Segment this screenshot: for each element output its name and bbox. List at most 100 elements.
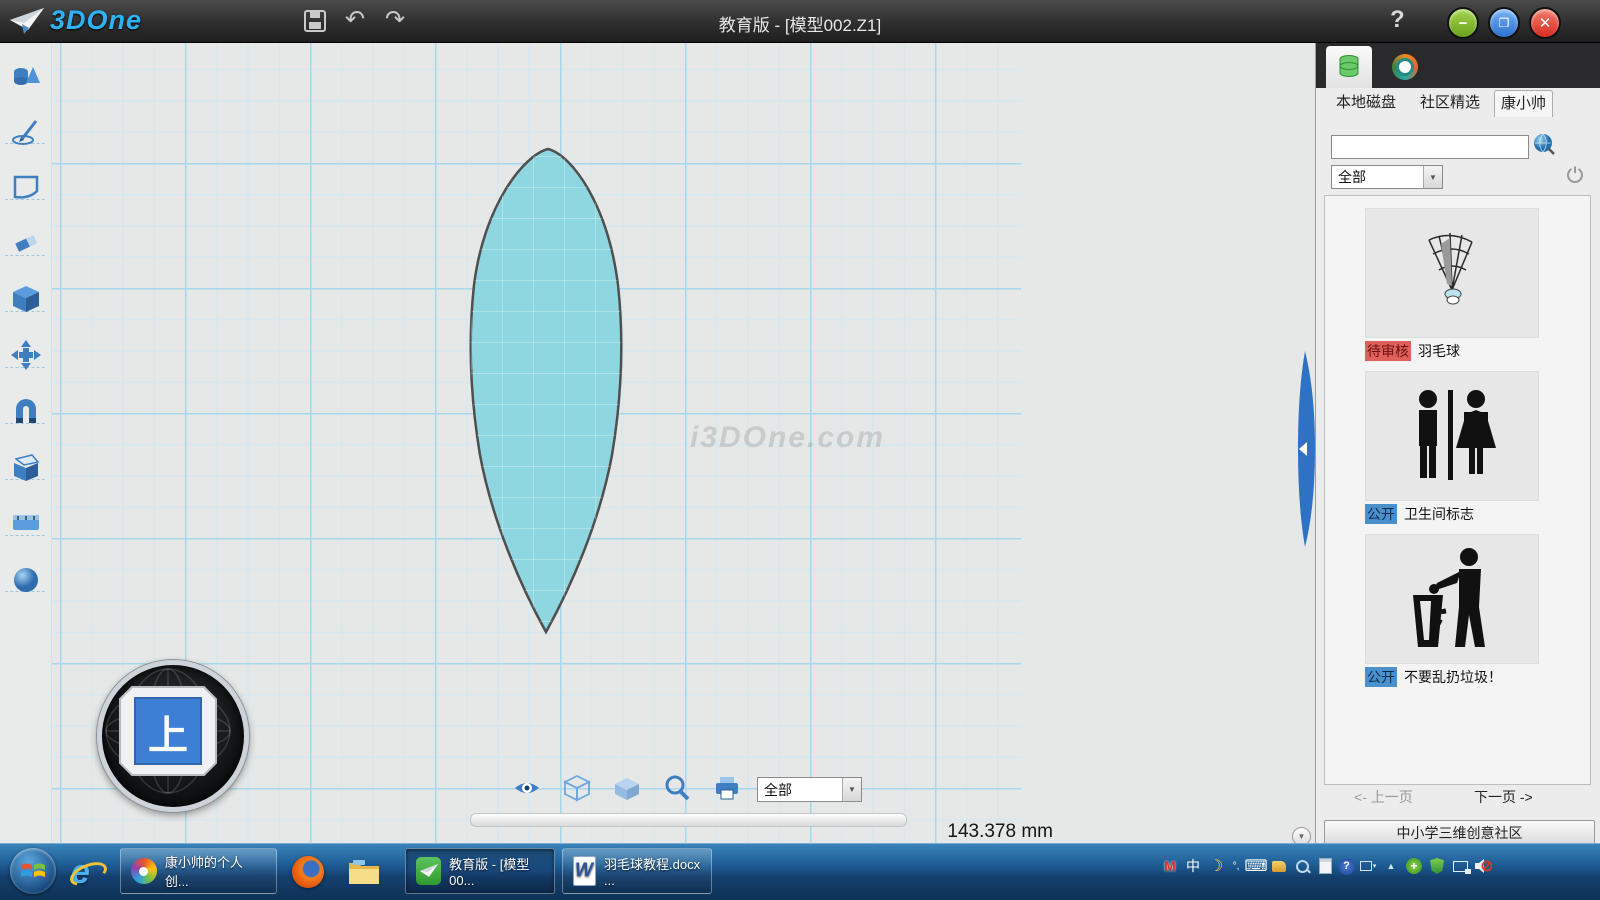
watermark: i3DOne.com: [690, 421, 885, 455]
taskbar-button-3done[interactable]: 教育版 - [模型00...: [405, 848, 555, 894]
punctuation-ime-icon[interactable]: °,: [1229, 856, 1243, 876]
tab-user-kangxiaoshuai[interactable]: 康小帅: [1494, 90, 1553, 117]
collapsed-toolbar-bar[interactable]: [470, 813, 907, 827]
model-list: 待审核 羽毛球 公开 卫生间标志: [1324, 195, 1591, 785]
sketch-tool-icon[interactable]: [7, 112, 45, 150]
search-input[interactable]: [1331, 135, 1529, 159]
feature-cube-tool-icon[interactable]: [7, 280, 45, 318]
search-tray-icon[interactable]: [1292, 856, 1312, 876]
restore-button[interactable]: ❐: [1488, 7, 1520, 39]
model-name[interactable]: 卫生间标志: [1404, 504, 1474, 524]
magnet-snap-tool-icon[interactable]: [7, 392, 45, 430]
start-button[interactable]: [10, 848, 56, 894]
taskbar-button-browser[interactable]: 康小帅的个人创...: [120, 848, 277, 894]
hidden-icons-arrow[interactable]: ▲: [1381, 856, 1401, 876]
help-icon[interactable]: ?: [1390, 6, 1405, 34]
model-name[interactable]: 不要乱扔垃圾！: [1404, 667, 1502, 687]
teardrop-sketch-shape[interactable]: [440, 125, 660, 645]
measurement-readout: 143.378 mm: [947, 821, 1053, 843]
window-title: 教育版 - [模型002.Z1]: [719, 11, 881, 36]
title-bar: 3DOne ↶ ↷ 教育版 - [模型002.Z1] ? − ❐ ✕: [0, 0, 1600, 43]
close-button[interactable]: ✕: [1529, 7, 1561, 39]
windows-taskbar: e 康小帅的个人创... 教育版 - [模型00... W 羽毛球教程.docx…: [0, 843, 1600, 900]
moon-ime-icon[interactable]: ☽: [1206, 856, 1226, 876]
help-tray-icon[interactable]: ?: [1338, 858, 1355, 875]
status-badge: 公开: [1365, 667, 1397, 687]
paper-plane-logo-icon: [8, 6, 46, 37]
internet-explorer-icon[interactable]: e: [66, 852, 106, 892]
model-label-row: 公开 不要乱扔垃圾！: [1365, 668, 1502, 686]
tidyman-image: [1397, 545, 1507, 653]
panel-icon-tabs: [1316, 43, 1600, 88]
ime-skin-icon[interactable]: [1269, 856, 1289, 876]
minimize-button[interactable]: −: [1447, 7, 1479, 39]
i3done-logo-icon: [1392, 54, 1418, 80]
no-littering-thumbnail[interactable]: [1365, 534, 1539, 664]
community-button[interactable]: 中小学三维创意社区: [1324, 820, 1595, 845]
antivirus-plus-tray-icon[interactable]: +: [1404, 856, 1424, 876]
primitives-tool-icon[interactable]: [7, 56, 45, 94]
status-badge: 公开: [1365, 504, 1397, 524]
material-sphere-tool-icon[interactable]: [7, 560, 45, 598]
taskbar-button-label: 教育版 - [模型00...: [449, 854, 544, 888]
status-badge: 待审核: [1365, 341, 1411, 361]
tab-local-disk[interactable]: 本地磁盘: [1330, 90, 1402, 116]
search-globe-icon[interactable]: [1532, 132, 1556, 161]
ime-chinese-icon[interactable]: 中: [1183, 856, 1203, 876]
model-name[interactable]: 羽毛球: [1418, 341, 1460, 361]
application-window: 3DOne ↶ ↷ 教育版 - [模型002.Z1] ? − ❐ ✕: [0, 0, 1600, 900]
print-icon[interactable]: [712, 773, 742, 803]
category-filter-value: 全部: [1332, 167, 1423, 187]
firefox-icon[interactable]: [288, 852, 328, 892]
eraser-tool-icon[interactable]: [7, 224, 45, 262]
display-filter-select[interactable]: 全部 ▼: [757, 777, 862, 802]
view-cube-face-label[interactable]: 上: [102, 703, 234, 761]
explorer-folder-icon[interactable]: [344, 852, 384, 892]
save-icon[interactable]: [303, 9, 327, 33]
view-cube[interactable]: 上: [97, 660, 249, 812]
m-logo-tray-icon[interactable]: M: [1160, 856, 1180, 876]
shaded-display-icon[interactable]: [612, 773, 642, 803]
keyboard-ime-icon[interactable]: ⌨: [1246, 856, 1266, 876]
sketch-region-tool-icon[interactable]: [7, 168, 45, 206]
display-filter-value: 全部: [758, 780, 842, 800]
resource-panel: 本地磁盘 社区精选 康小帅 全部 ▼: [1315, 43, 1600, 843]
undo-icon[interactable]: ↶: [345, 8, 365, 32]
notes-tray-icon[interactable]: [1315, 856, 1335, 876]
category-filter-select[interactable]: 全部 ▼: [1331, 165, 1443, 189]
community-library-tab[interactable]: [1382, 46, 1428, 88]
local-library-tab[interactable]: [1326, 46, 1372, 88]
taskbar-button-word[interactable]: W 羽毛球教程.docx ...: [562, 848, 712, 894]
restroom-sign-image: [1400, 386, 1504, 486]
security-shield-tray-icon[interactable]: [1427, 856, 1447, 876]
left-toolbar: [0, 43, 52, 843]
category-filter-arrow-icon[interactable]: ▼: [1423, 166, 1442, 188]
next-page-button[interactable]: 下一页 ->: [1474, 787, 1533, 807]
panel-collapse-handle[interactable]: [1295, 351, 1315, 547]
shuttlecock-thumbnail[interactable]: [1365, 208, 1539, 338]
volume-muted-tray-icon[interactable]: [1473, 856, 1493, 876]
database-icon: [1336, 54, 1362, 80]
restroom-sign-thumbnail[interactable]: [1365, 371, 1539, 501]
pinwheel-browser-icon: [131, 858, 157, 884]
tab-community-featured[interactable]: 社区精选: [1414, 90, 1486, 116]
shell-tool-icon[interactable]: [7, 448, 45, 486]
prev-page-button[interactable]: <- 上一页: [1354, 787, 1413, 807]
taskbar-button-label: 康小帅的个人创...: [165, 852, 266, 890]
wireframe-display-icon[interactable]: [562, 773, 592, 803]
power-refresh-icon[interactable]: [1566, 165, 1584, 188]
zoom-search-icon[interactable]: [662, 773, 692, 803]
measure-tool-icon[interactable]: [7, 504, 45, 542]
app-logo-text: 3DOne: [50, 5, 142, 36]
word-doc-icon: W: [573, 856, 596, 886]
3done-app-icon: [416, 857, 441, 885]
move-tool-icon[interactable]: [7, 336, 45, 374]
modeling-canvas[interactable]: i3DOne.com 上: [52, 43, 1315, 843]
system-tray: M 中 ☽ °, ⌨ ? ▾ ▲ +: [1160, 856, 1493, 876]
network-tray-icon[interactable]: [1450, 856, 1470, 876]
model-label-row: 待审核 羽毛球: [1365, 342, 1460, 360]
window-switch-tray-icon[interactable]: ▾: [1358, 856, 1378, 876]
redo-icon[interactable]: ↷: [385, 8, 405, 32]
display-filter-arrow-icon[interactable]: ▼: [842, 778, 861, 801]
visibility-eye-icon[interactable]: [512, 773, 542, 803]
